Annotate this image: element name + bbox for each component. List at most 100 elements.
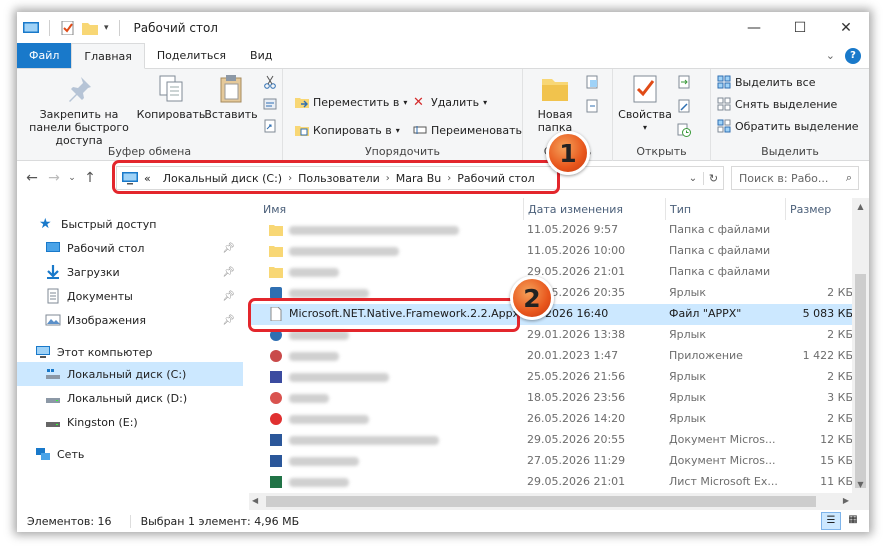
back-arrow-icon[interactable]: ←: [21, 170, 43, 186]
search-input[interactable]: Поиск в: Рабо... ⌕: [731, 166, 859, 190]
table-row[interactable]: 11.05.2026 10:00 Папка с файлами: [249, 241, 853, 262]
toolbar-divider: [49, 20, 50, 36]
nav-local-disk-c[interactable]: Локальный диск (C:): [17, 362, 243, 386]
new-folder-button[interactable]: Новая папка: [529, 73, 581, 134]
word-document-icon: [270, 434, 282, 446]
table-row[interactable]: 20.01.2023 1:47 Приложение 1 422 КБ: [249, 346, 853, 367]
refresh-icon[interactable]: ↻: [703, 171, 723, 185]
vertical-scrollbar[interactable]: ▲ ▼: [852, 198, 869, 510]
window-controls: — ☐ ✕: [731, 12, 869, 44]
customize-toolbar-icon[interactable]: ▾: [104, 23, 109, 33]
table-row[interactable]: 29.05.2026 21:01 Лист Microsoft Ex... 11…: [249, 472, 853, 493]
documents-icon: [47, 288, 59, 304]
table-row[interactable]: 25.05.2026 21:56 Ярлык 2 КБ: [249, 367, 853, 388]
open-icon[interactable]: [677, 75, 691, 89]
rename-icon: [413, 126, 427, 134]
column-header-name[interactable]: Имя: [263, 198, 286, 220]
nav-desktop[interactable]: Рабочий стол 📌︎: [17, 236, 243, 260]
column-header-size[interactable]: Размер: [785, 198, 831, 220]
pinned-icon[interactable]: 📌︎: [222, 267, 235, 278]
properties-check-icon[interactable]: [60, 21, 76, 35]
select-none-button[interactable]: Снять выделение: [717, 97, 837, 111]
application-icon: [270, 350, 282, 362]
delete-button[interactable]: ✕ Удалить ▾: [413, 95, 487, 110]
search-icon[interactable]: ⌕: [846, 171, 852, 185]
pinned-icon[interactable]: 📌︎: [222, 243, 235, 254]
paste-button[interactable]: Вставить: [204, 73, 258, 121]
nav-quick-access[interactable]: ★ Быстрый доступ: [17, 212, 243, 236]
pin-quick-access-button[interactable]: Закрепить на панели быстрого доступа: [19, 73, 139, 147]
address-history-icon[interactable]: ⌄: [683, 173, 703, 184]
new-folder-big-icon: [542, 79, 568, 101]
nav-network[interactable]: Сеть: [17, 442, 243, 466]
select-group-label: Выделить: [761, 145, 819, 158]
table-row[interactable]: 29.05.2026 20:55 Документ Micros... 12 К…: [249, 430, 853, 451]
copy-path-icon[interactable]: [263, 97, 277, 111]
desktop-icon: [46, 242, 60, 252]
history-icon[interactable]: [677, 123, 691, 137]
explorer-window-icon[interactable]: [23, 21, 39, 35]
cut-icon[interactable]: [263, 75, 277, 89]
easy-access-icon[interactable]: [585, 99, 599, 113]
pinned-icon[interactable]: 📌︎: [222, 291, 235, 302]
horizontal-scrollbar[interactable]: ◀ ▶: [249, 493, 852, 510]
move-to-button[interactable]: Переместить в ▾: [295, 95, 407, 109]
tab-view[interactable]: Вид: [238, 43, 284, 68]
move-to-icon: [295, 98, 309, 108]
recent-locations-icon[interactable]: ⌄: [65, 173, 79, 183]
nav-pictures[interactable]: Изображения 📌︎: [17, 308, 243, 332]
maximize-icon[interactable]: ☐: [777, 12, 823, 44]
select-all-button[interactable]: Выделить все: [717, 75, 815, 89]
excel-sheet-icon: [270, 476, 282, 488]
scroll-up-icon[interactable]: ▲: [852, 198, 869, 215]
paste-shortcut-icon[interactable]: [263, 119, 277, 133]
copy-button[interactable]: Копировать: [137, 73, 205, 121]
copy-to-icon: [295, 126, 309, 136]
collapse-ribbon-icon[interactable]: ⌄: [826, 49, 835, 62]
callout-badge-1: 1: [546, 131, 590, 175]
callout-address-bar-highlight: [112, 160, 560, 194]
edit-icon[interactable]: [677, 99, 691, 113]
invert-selection-icon: [717, 119, 731, 133]
new-folder-icon[interactable]: [82, 21, 98, 35]
properties-button[interactable]: Свойства ▾: [618, 73, 672, 134]
tab-share[interactable]: Поделиться: [145, 43, 238, 68]
scroll-down-icon[interactable]: ▼: [852, 476, 869, 493]
new-item-icon[interactable]: [585, 75, 599, 89]
nav-downloads[interactable]: Загрузки 📌︎: [17, 260, 243, 284]
tab-home[interactable]: Главная: [71, 43, 145, 69]
table-row[interactable]: 11.05.2026 9:57 Папка с файлами: [249, 220, 853, 241]
copy-to-button[interactable]: Копировать в ▾: [295, 123, 400, 137]
table-row[interactable]: 27.05.2026 11:29 Документ Micros... 15 К…: [249, 451, 853, 472]
nav-local-disk-d[interactable]: Локальный диск (D:): [17, 386, 243, 410]
invert-selection-button[interactable]: Обратить выделение: [717, 119, 859, 133]
network-icon: [36, 448, 50, 460]
horizontal-scroll-thumb[interactable]: [266, 496, 816, 507]
nav-this-pc[interactable]: Этот компьютер: [17, 340, 243, 364]
open-group: Свойства ▾ Открыть: [613, 69, 711, 161]
up-arrow-icon[interactable]: ↑: [79, 170, 101, 186]
organize-group: Переместить в ▾ Копировать в ▾ ✕ Удалить ▾ …: [283, 69, 523, 161]
tab-file[interactable]: Файл: [17, 43, 72, 68]
scroll-thumb[interactable]: [855, 274, 866, 488]
nav-documents[interactable]: Документы 📌︎: [17, 284, 243, 308]
help-icon[interactable]: ?: [845, 47, 861, 64]
scroll-left-icon[interactable]: ◀: [252, 496, 258, 505]
column-header-type[interactable]: Тип: [665, 198, 691, 220]
details-view-icon[interactable]: ☰: [821, 512, 841, 530]
pictures-icon: [45, 314, 61, 326]
column-header-date[interactable]: Дата изменения: [523, 198, 623, 220]
forward-arrow-icon[interactable]: →: [43, 170, 65, 186]
large-icons-view-icon[interactable]: ▦: [843, 512, 863, 530]
close-icon[interactable]: ✕: [823, 12, 869, 44]
table-row[interactable]: 26.05.2026 14:20 Ярлык 2 КБ: [249, 409, 853, 430]
rename-button[interactable]: Переименовать: [413, 123, 522, 137]
pinned-icon[interactable]: 📌︎: [222, 315, 235, 326]
scroll-right-icon[interactable]: ▶: [843, 496, 849, 505]
status-bar: Элементов: 16 Выбран 1 элемент: 4,96 МБ …: [17, 510, 869, 532]
table-row[interactable]: 29.05.2026 21:01 Папка с файлами: [249, 262, 853, 283]
nav-kingston-e[interactable]: Kingston (E:): [17, 410, 243, 434]
table-row[interactable]: 18.05.2026 23:56 Ярлык 3 КБ: [249, 388, 853, 409]
minimize-icon[interactable]: —: [731, 12, 777, 44]
shortcut-icon: [270, 413, 282, 425]
